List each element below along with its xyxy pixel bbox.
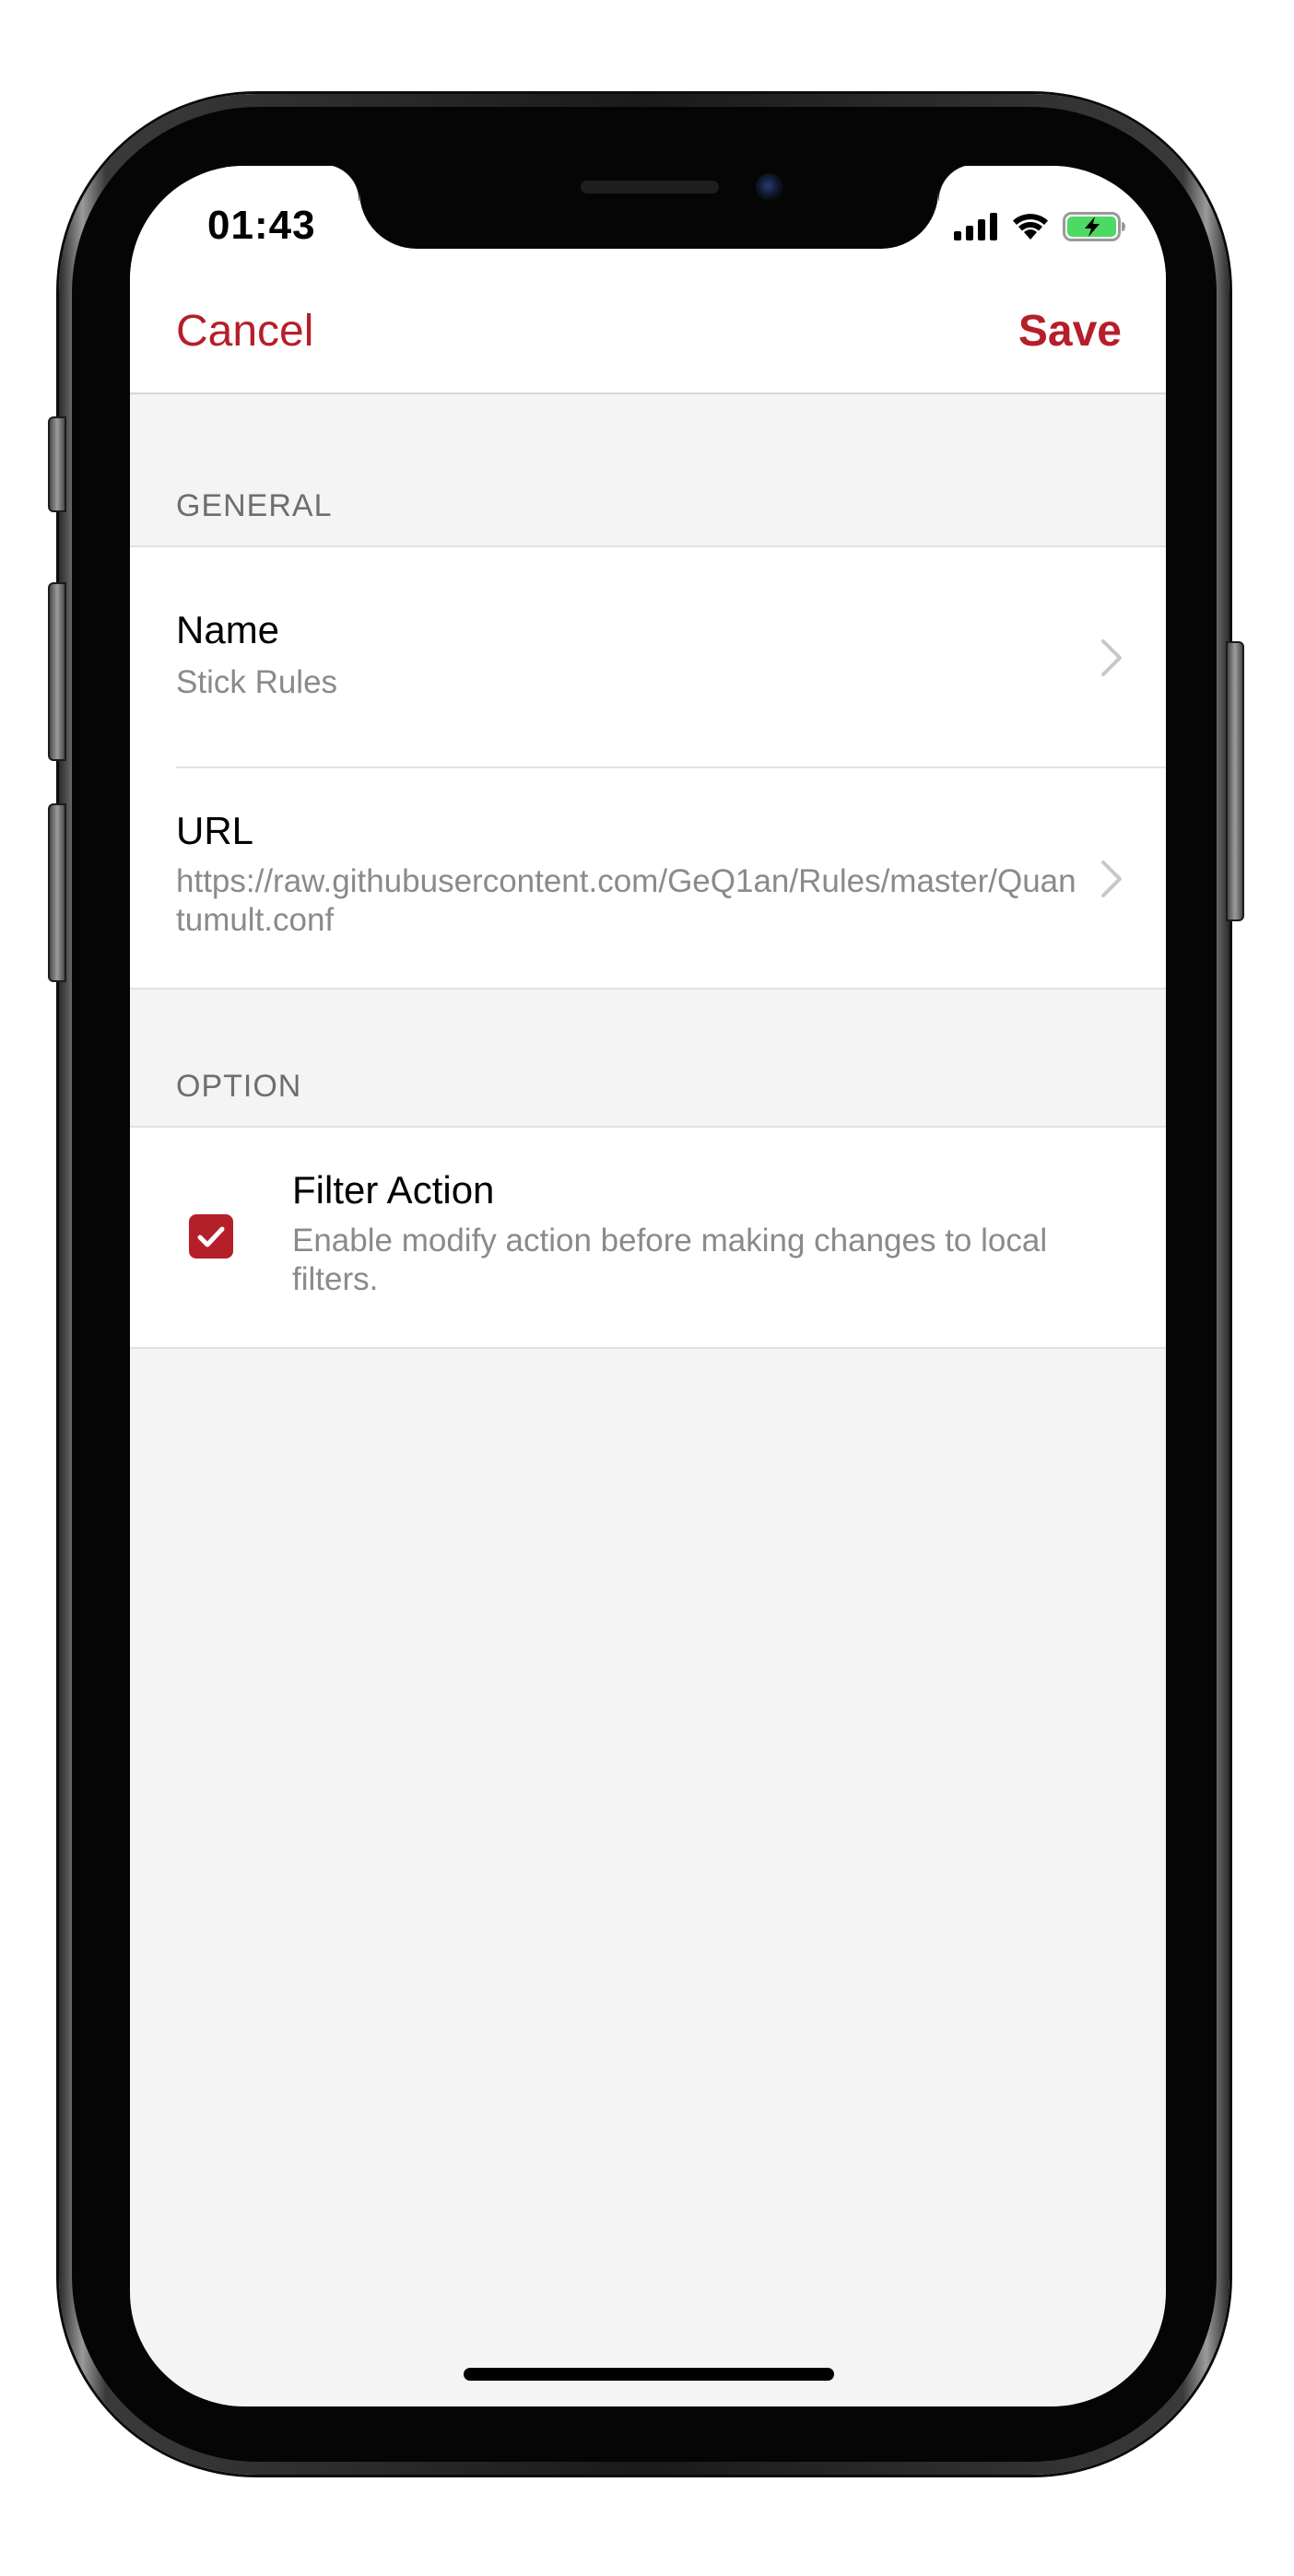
filter-action-checkbox[interactable] (189, 1214, 233, 1259)
option-group: Filter Action Enable modify action befor… (130, 1126, 1166, 1349)
name-value: Stick Rules (176, 664, 338, 700)
status-time: 01:43 (207, 203, 316, 248)
chevron-right-icon (1098, 859, 1125, 899)
filter-action-description: Enable modify action before making chang… (292, 1223, 1048, 1297)
volume-down-button (48, 803, 66, 982)
name-row[interactable]: Name Stick Rules (130, 547, 1166, 767)
status-icons (954, 212, 1127, 246)
filter-action-title: Filter Action (292, 1168, 495, 1212)
earpiece-speaker (581, 181, 719, 193)
chevron-right-icon (1098, 638, 1125, 678)
cellular-signal-icon (954, 213, 998, 245)
name-label: Name (176, 608, 280, 651)
notch (323, 166, 975, 249)
navigation-bar: Cancel Save (130, 286, 1166, 394)
url-label: URL (176, 809, 254, 852)
save-button[interactable]: Save (1018, 306, 1122, 357)
general-group: Name Stick Rules URL https://raw.githubu… (130, 545, 1166, 989)
wifi-icon (1011, 212, 1050, 246)
battery-charging-icon (1063, 212, 1127, 246)
section-header-option: OPTION (176, 1069, 302, 1104)
silent-switch (48, 416, 66, 512)
url-row[interactable]: URL https://raw.githubusercontent.com/Ge… (130, 768, 1166, 988)
checkmark-icon (197, 1226, 225, 1247)
front-camera (756, 173, 783, 201)
power-button (1226, 641, 1244, 921)
home-indicator[interactable] (464, 2368, 834, 2381)
volume-up-button (48, 582, 66, 761)
section-header-general: GENERAL (176, 488, 333, 523)
url-value: https://raw.githubusercontent.com/GeQ1an… (176, 863, 1076, 938)
cancel-button[interactable]: Cancel (176, 306, 313, 357)
screen: 01:43 Cancel Save GENERAL Name Stick Rul… (130, 166, 1166, 2406)
filter-action-row[interactable]: Filter Action Enable modify action befor… (130, 1128, 1166, 1347)
